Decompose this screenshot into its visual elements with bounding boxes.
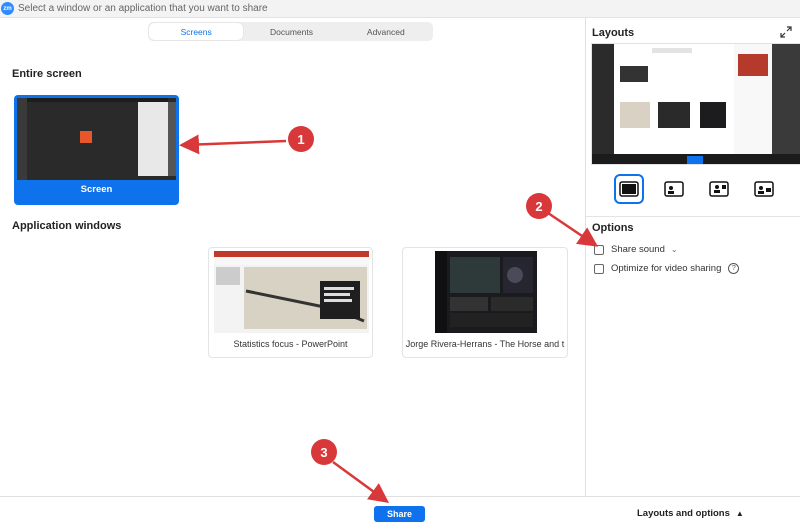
title-bar: zm Select a window or an application tha…: [0, 0, 800, 18]
full-screen-layout-icon: [619, 181, 639, 197]
app-window-label: Statistics focus - PowerPoint: [233, 339, 348, 349]
layout-presenter-button[interactable]: [749, 174, 779, 204]
layouts-and-options-label: Layouts and options: [637, 508, 730, 519]
side-layout-icon: [664, 181, 684, 197]
chevron-down-icon[interactable]: ⌄: [671, 245, 678, 254]
presenter-layout-icon: [754, 181, 774, 197]
tab-screens[interactable]: Screens: [149, 23, 244, 40]
layout-preview: [591, 43, 800, 165]
optimize-video-option[interactable]: Optimize for video sharing ?: [594, 263, 740, 274]
screen-label: Screen: [80, 184, 113, 195]
footer-bar: Share Layouts and options ▲: [0, 496, 800, 527]
share-sound-option[interactable]: Share sound ⌄: [594, 244, 678, 255]
layout-side-by-side-button[interactable]: [659, 174, 689, 204]
zoom-app-icon: [80, 131, 92, 143]
share-button[interactable]: Share: [374, 506, 425, 522]
arrow-3: [332, 460, 390, 503]
annotation-badge-1: 1: [288, 126, 314, 152]
caret-up-icon: ▲: [735, 509, 744, 518]
share-tabs: Screens Documents Advanced: [148, 22, 433, 41]
zoom-logo-icon: zm: [1, 2, 14, 15]
pip-layout-icon: [709, 181, 729, 197]
music-app-thumbnail: [435, 251, 537, 333]
application-windows-heading: Application windows: [12, 220, 122, 232]
app-window-powerpoint[interactable]: Statistics focus - PowerPoint: [208, 247, 373, 358]
layouts-options-panel: Layouts Options Share sound ⌄ Optimize f…: [585, 18, 800, 496]
app-window-music[interactable]: Jorge Rivera-Herrans - The Horse and t: [402, 247, 568, 358]
share-sound-label: Share sound: [611, 244, 665, 255]
options-heading: Options: [592, 222, 634, 234]
tab-advanced[interactable]: Advanced: [339, 22, 433, 41]
layout-picture-in-picture-button[interactable]: [704, 174, 734, 204]
annotation-badge-2: 2: [526, 193, 552, 219]
share-sound-checkbox[interactable]: [594, 244, 604, 255]
screen-option[interactable]: Screen: [14, 95, 179, 205]
tab-documents[interactable]: Documents: [244, 22, 338, 41]
layouts-heading: Layouts: [592, 27, 635, 39]
layout-buttons: [614, 174, 779, 204]
app-window-label: Jorge Rivera-Herrans - The Horse and t: [405, 339, 565, 349]
powerpoint-thumbnail: [214, 251, 369, 333]
arrow-1: [179, 134, 287, 155]
optimize-video-checkbox[interactable]: [594, 263, 604, 274]
entire-screen-heading: Entire screen: [12, 68, 82, 80]
screen-thumbnail: [17, 98, 176, 180]
optimize-video-label: Optimize for video sharing: [611, 263, 722, 274]
layout-full-screen-button[interactable]: [614, 174, 644, 204]
divider: [586, 216, 800, 217]
expand-icon[interactable]: [780, 26, 792, 38]
help-icon[interactable]: ?: [728, 263, 740, 274]
annotation-badge-3: 3: [311, 439, 337, 465]
layouts-and-options-toggle[interactable]: Layouts and options ▲: [637, 508, 744, 519]
window-title: Select a window or an application that y…: [18, 3, 268, 14]
